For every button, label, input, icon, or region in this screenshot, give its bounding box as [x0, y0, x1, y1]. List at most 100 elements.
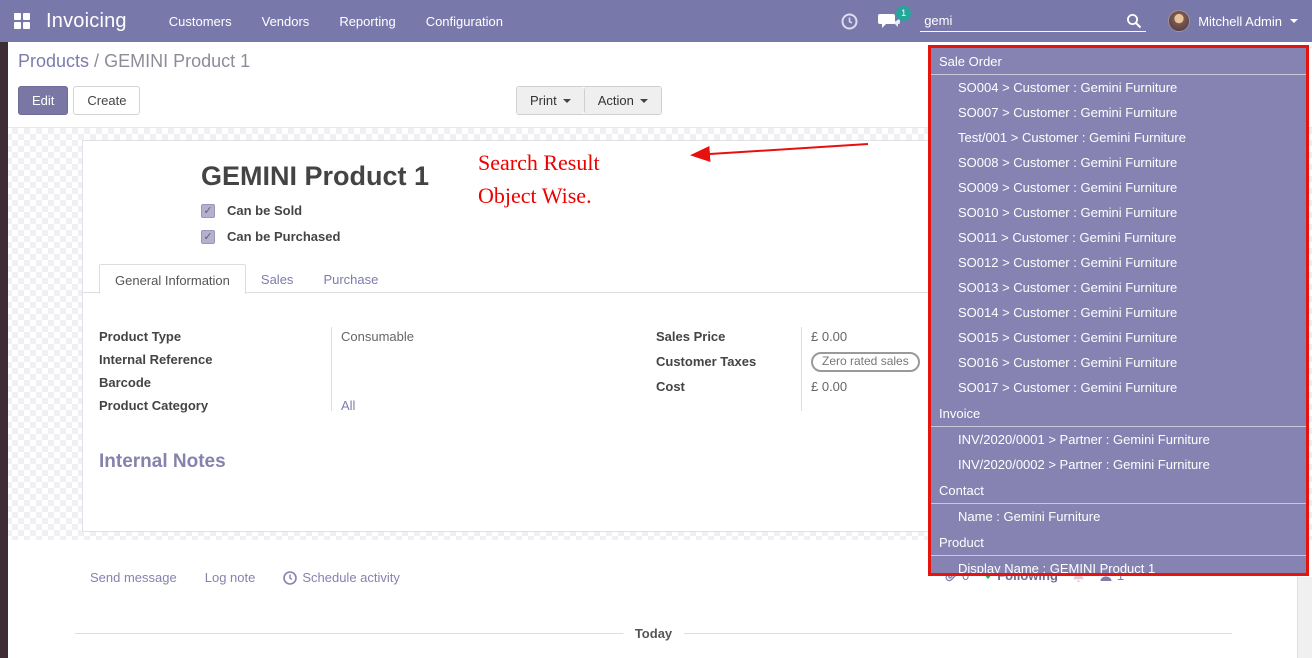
search-result-item[interactable]: SO015 > Customer : Gemini Furniture: [931, 325, 1306, 350]
edit-button[interactable]: Edit: [18, 86, 68, 115]
field-label: Sales Price: [656, 329, 801, 344]
user-avatar: [1168, 10, 1190, 32]
section-header-contact: Contact: [931, 477, 1306, 504]
breadcrumb: Products / GEMINI Product 1: [18, 51, 250, 72]
clock-icon: [283, 571, 297, 585]
chatter-composer: Send message Log note Schedule activity: [90, 570, 400, 585]
menu-item[interactable]: Vendors: [262, 14, 310, 29]
can-be-purchased-label: Can be Purchased: [227, 229, 340, 244]
log-note-button[interactable]: Log note: [205, 570, 256, 585]
breadcrumb-current: GEMINI Product 1: [104, 51, 250, 71]
field-product-type: Product Type Consumable: [99, 329, 414, 352]
menu-item[interactable]: Configuration: [426, 14, 503, 29]
search-result-item[interactable]: SO008 > Customer : Gemini Furniture: [931, 150, 1306, 175]
field-label: Product Category: [99, 398, 331, 413]
tab-sales[interactable]: Sales: [246, 264, 309, 292]
search-result-item[interactable]: Test/001 > Customer : Gemini Furniture: [931, 125, 1306, 150]
messages-icon[interactable]: 1: [878, 13, 900, 30]
breadcrumb-products-link[interactable]: Products: [18, 51, 89, 71]
can-be-sold-row: ✓ Can be Sold: [201, 203, 302, 218]
section-header-sale-order: Sale Order: [931, 48, 1306, 75]
app-brand[interactable]: Invoicing: [46, 10, 127, 33]
search-icon[interactable]: [1126, 13, 1142, 29]
field-barcode: Barcode: [99, 375, 414, 398]
annotation-line2: Object Wise.: [478, 179, 600, 212]
field-internal-reference: Internal Reference: [99, 352, 414, 375]
chevron-down-icon: [563, 99, 571, 103]
scrollbar[interactable]: [1297, 577, 1312, 658]
annotation-line1: Search Result: [478, 146, 600, 179]
search-input[interactable]: [924, 13, 1126, 28]
activities-clock-icon[interactable]: [841, 13, 858, 30]
section-header-product: Product: [931, 529, 1306, 556]
form-buttons: Edit Create: [18, 86, 140, 115]
message-count-badge: 1: [896, 6, 911, 21]
search-result-item[interactable]: SO011 > Customer : Gemini Furniture: [931, 225, 1306, 250]
global-search: [920, 11, 1146, 32]
search-result-item[interactable]: SO013 > Customer : Gemini Furniture: [931, 275, 1306, 300]
schedule-activity-button[interactable]: Schedule activity: [283, 570, 400, 585]
search-result-item[interactable]: SO016 > Customer : Gemini Furniture: [931, 350, 1306, 375]
search-result-item[interactable]: Display Name : GEMINI Product 1: [931, 556, 1306, 576]
print-action-group: Print Action: [516, 86, 662, 115]
search-results-dropdown: Sale Order SO004 > Customer : Gemini Fur…: [928, 45, 1309, 576]
user-menu[interactable]: Mitchell Admin: [1168, 10, 1298, 32]
section-sale-order: Sale Order SO004 > Customer : Gemini Fur…: [931, 48, 1306, 400]
field-value: £ 0.00: [801, 329, 847, 344]
field-label: Cost: [656, 379, 801, 394]
action-dropdown-button[interactable]: Action: [584, 87, 661, 114]
search-result-item[interactable]: SO012 > Customer : Gemini Furniture: [931, 250, 1306, 275]
print-dropdown-button[interactable]: Print: [517, 87, 584, 114]
user-name: Mitchell Admin: [1198, 14, 1282, 29]
field-label: Customer Taxes: [656, 354, 801, 369]
create-button[interactable]: Create: [73, 86, 140, 115]
field-label: Barcode: [99, 375, 331, 390]
product-category-link[interactable]: All: [331, 398, 355, 413]
tax-badge[interactable]: Zero rated sales: [811, 352, 920, 372]
field-sales-price: Sales Price £ 0.00: [656, 329, 920, 354]
date-divider-label: Today: [623, 626, 684, 641]
menu-item[interactable]: Customers: [169, 14, 232, 29]
main-menu: Customers Vendors Reporting Configuration: [169, 14, 503, 29]
search-result-item[interactable]: SO004 > Customer : Gemini Furniture: [931, 75, 1306, 100]
can-be-sold-checkbox[interactable]: ✓: [201, 204, 215, 218]
send-message-button[interactable]: Send message: [90, 570, 177, 585]
internal-notes-heading: Internal Notes: [99, 451, 226, 473]
search-result-item[interactable]: INV/2020/0001 > Partner : Gemini Furnitu…: [931, 427, 1306, 452]
field-separator: [801, 327, 802, 411]
breadcrumb-separator: /: [89, 51, 104, 71]
search-result-item[interactable]: Name : Gemini Furniture: [931, 504, 1306, 529]
apps-menu-icon[interactable]: [14, 13, 30, 29]
search-result-item[interactable]: SO009 > Customer : Gemini Furniture: [931, 175, 1306, 200]
tab-general-information[interactable]: General Information: [99, 264, 246, 294]
can-be-purchased-row: ✓ Can be Purchased: [201, 229, 340, 244]
date-divider: Today: [75, 633, 1232, 634]
field-cost: Cost £ 0.00: [656, 379, 920, 404]
search-result-item[interactable]: SO007 > Customer : Gemini Furniture: [931, 100, 1306, 125]
can-be-sold-label: Can be Sold: [227, 203, 302, 218]
sale-order-results: SO004 > Customer : Gemini FurnitureSO007…: [931, 75, 1306, 400]
invoice-results: INV/2020/0001 > Partner : Gemini Furnitu…: [931, 427, 1306, 477]
field-value: Consumable: [331, 329, 414, 344]
search-result-item[interactable]: SO010 > Customer : Gemini Furniture: [931, 200, 1306, 225]
field-label: Product Type: [99, 329, 331, 344]
window-edge: [0, 42, 8, 658]
top-navbar: Invoicing Customers Vendors Reporting Confi…: [0, 0, 1312, 42]
field-label: Internal Reference: [99, 352, 331, 367]
menu-item[interactable]: Reporting: [339, 14, 395, 29]
section-invoice: Invoice INV/2020/0001 > Partner : Gemini…: [931, 400, 1306, 477]
field-customer-taxes: Customer Taxes Zero rated sales: [656, 354, 920, 379]
chevron-down-icon: [1290, 19, 1298, 23]
annotation-arrow: [672, 138, 872, 168]
field-separator: [331, 327, 332, 411]
systray: 1 Mitchell Admin: [841, 10, 1298, 32]
chevron-down-icon: [640, 99, 648, 103]
tab-purchase[interactable]: Purchase: [308, 264, 393, 292]
search-result-item[interactable]: SO014 > Customer : Gemini Furniture: [931, 300, 1306, 325]
can-be-purchased-checkbox[interactable]: ✓: [201, 230, 215, 244]
field-value: £ 0.00: [801, 379, 847, 394]
fields-right-column: Sales Price £ 0.00 Customer Taxes Zero r…: [656, 329, 920, 404]
search-result-item[interactable]: SO017 > Customer : Gemini Furniture: [931, 375, 1306, 400]
fields-left-column: Product Type Consumable Internal Referen…: [99, 329, 414, 421]
search-result-item[interactable]: INV/2020/0002 > Partner : Gemini Furnitu…: [931, 452, 1306, 477]
